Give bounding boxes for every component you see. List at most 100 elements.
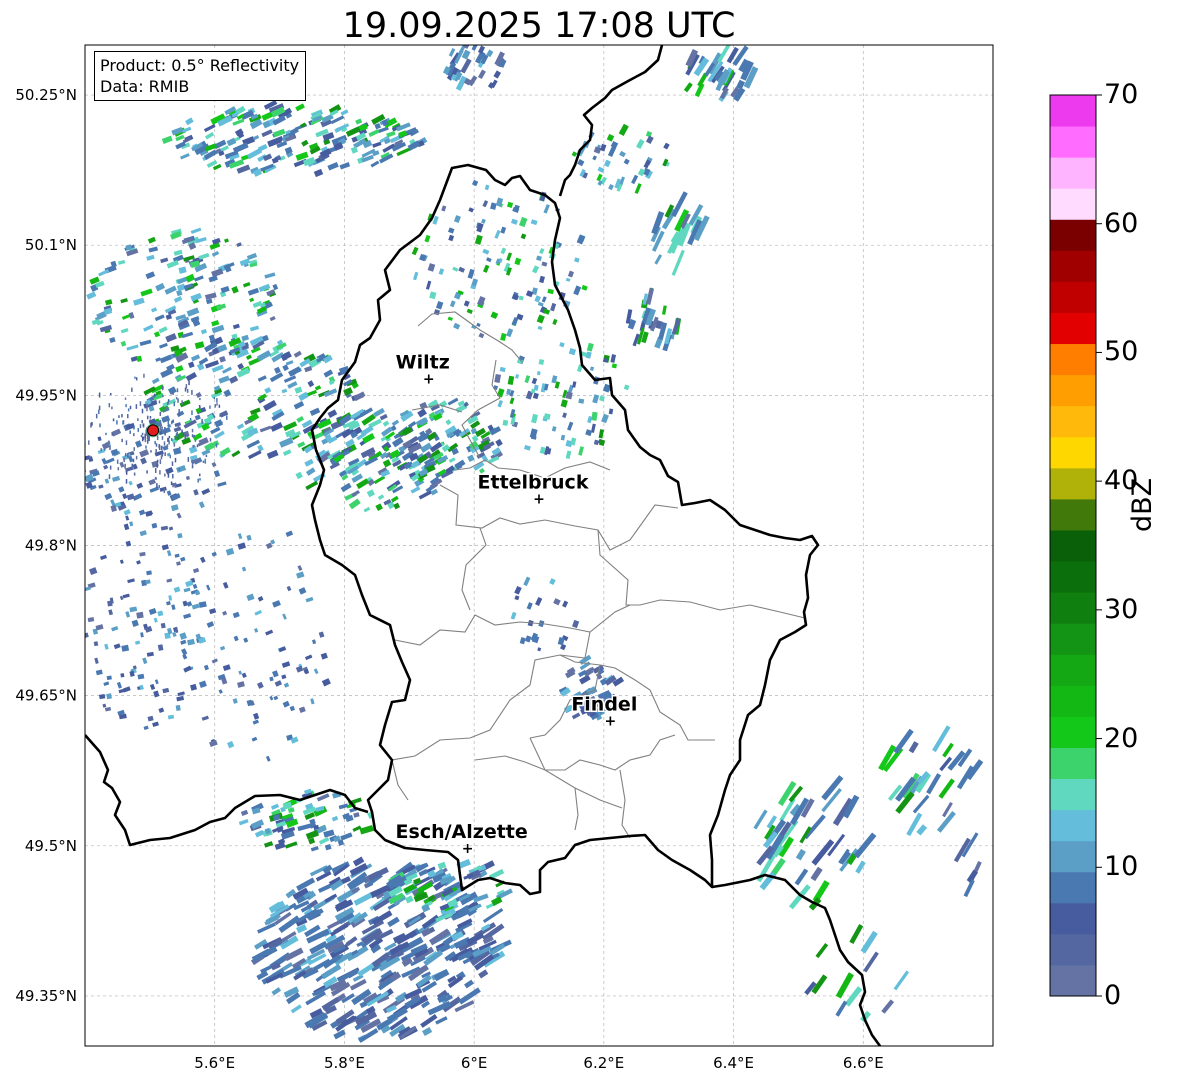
echo-cell bbox=[146, 570, 152, 576]
clutter-cell bbox=[215, 443, 218, 448]
clutter-cell bbox=[155, 449, 157, 454]
clutter-cell bbox=[134, 376, 136, 379]
clutter-cell bbox=[164, 431, 166, 436]
colorbar-segment bbox=[1050, 498, 1096, 531]
clutter-cell bbox=[104, 447, 106, 451]
clutter-cell bbox=[131, 387, 133, 392]
city-label: Esch/Alzette bbox=[396, 821, 528, 843]
colorbar-segment bbox=[1050, 933, 1096, 966]
clutter-cell bbox=[191, 428, 194, 433]
colorbar-segment bbox=[1050, 561, 1096, 593]
clutter-cell bbox=[191, 460, 193, 463]
lat-tick-label: 50.1°N bbox=[25, 236, 77, 254]
clutter-cell bbox=[205, 454, 208, 458]
clutter-cell bbox=[167, 420, 170, 425]
colorbar-segment bbox=[1050, 467, 1096, 500]
colorbar-tick-label: 60 bbox=[1104, 207, 1139, 239]
clutter-cell bbox=[139, 424, 142, 429]
clutter-cell bbox=[186, 434, 189, 438]
clutter-cell bbox=[116, 420, 118, 425]
clutter-cell bbox=[147, 437, 149, 442]
clutter-cell bbox=[144, 433, 146, 439]
clutter-cell bbox=[111, 433, 114, 436]
clutter-cell bbox=[129, 405, 132, 410]
clutter-cell bbox=[189, 417, 192, 421]
clutter-cell bbox=[176, 388, 179, 393]
clutter-cell bbox=[125, 404, 127, 408]
clutter-cell bbox=[186, 388, 189, 393]
clutter-cell bbox=[170, 481, 173, 486]
clutter-cell bbox=[156, 459, 159, 463]
echo-cell bbox=[611, 363, 617, 369]
clutter-cell bbox=[177, 398, 179, 403]
clutter-cell bbox=[146, 406, 148, 412]
clutter-cell bbox=[172, 419, 174, 423]
clutter-cell bbox=[125, 471, 128, 475]
clutter-cell bbox=[144, 437, 147, 443]
clutter-cell bbox=[186, 477, 188, 480]
clutter-cell bbox=[89, 455, 91, 459]
clutter-cell bbox=[129, 430, 131, 434]
clutter-cell bbox=[202, 460, 205, 463]
clutter-cell bbox=[218, 404, 221, 408]
colorbar-segment bbox=[1050, 840, 1096, 873]
clutter-cell bbox=[171, 461, 174, 466]
clutter-cell bbox=[216, 398, 218, 403]
clutter-cell bbox=[161, 436, 164, 440]
clutter-cell bbox=[198, 473, 201, 477]
clutter-cell bbox=[160, 423, 162, 428]
lon-tick-label: 5.8°E bbox=[324, 1054, 365, 1072]
clutter-cell bbox=[146, 470, 148, 474]
clutter-cell bbox=[161, 426, 163, 432]
clutter-cell bbox=[140, 434, 143, 438]
clutter-cell bbox=[196, 444, 199, 448]
clutter-cell bbox=[98, 392, 101, 398]
colorbar-segment bbox=[1050, 343, 1096, 376]
clutter-cell bbox=[141, 454, 143, 457]
clutter-cell bbox=[167, 473, 170, 478]
lat-tick-label: 49.65°N bbox=[15, 687, 77, 705]
clutter-cell bbox=[168, 435, 171, 439]
clutter-cell bbox=[133, 472, 136, 476]
clutter-cell bbox=[219, 414, 221, 417]
clutter-cell bbox=[135, 455, 138, 460]
colorbar-segment bbox=[1050, 623, 1096, 655]
clutter-cell bbox=[158, 484, 160, 489]
clutter-cell bbox=[163, 488, 166, 494]
echo-cell bbox=[502, 419, 509, 426]
clutter-cell bbox=[133, 425, 135, 430]
clutter-cell bbox=[164, 452, 166, 457]
city-marker: + bbox=[533, 491, 545, 507]
clutter-cell bbox=[125, 479, 128, 484]
colorbar-segment bbox=[1050, 716, 1096, 748]
lat-tick-label: 49.35°N bbox=[15, 987, 77, 1005]
colorbar-segment bbox=[1050, 188, 1096, 220]
clutter-cell bbox=[197, 478, 199, 483]
clutter-cell bbox=[127, 452, 129, 458]
radar-map: 50.25°N 50.1°N 49.95°N 49.8°N 49.65°N 49.5°N 4… bbox=[15, 44, 1102, 1072]
clutter-cell bbox=[132, 458, 135, 463]
clutter-cell bbox=[100, 448, 102, 452]
clutter-cell bbox=[154, 440, 156, 445]
echo-cell bbox=[578, 398, 585, 404]
lon-tick-label: 6.2°E bbox=[583, 1054, 624, 1072]
lon-tick-label: 6.6°E bbox=[843, 1054, 884, 1072]
clutter-cell bbox=[199, 478, 201, 481]
echo-cell bbox=[121, 644, 130, 652]
clutter-cell bbox=[108, 403, 111, 408]
echo-cell bbox=[106, 693, 112, 700]
colorbar-segment bbox=[1050, 871, 1096, 904]
clutter-cell bbox=[167, 401, 169, 404]
clutter-cell bbox=[175, 397, 178, 400]
clutter-cell bbox=[117, 467, 120, 471]
clutter-cell bbox=[164, 473, 166, 477]
clutter-cell bbox=[131, 463, 134, 468]
colorbar-segment bbox=[1050, 126, 1096, 158]
colorbar-tick-label: 50 bbox=[1104, 336, 1139, 368]
clutter-cell bbox=[221, 421, 223, 424]
colorbar-segment bbox=[1050, 809, 1096, 842]
clutter-cell bbox=[141, 432, 144, 436]
clutter-cell bbox=[159, 459, 162, 465]
lon-tick-label: 5.6°E bbox=[194, 1054, 235, 1072]
product-label: Product: 0.5° Reflectivity bbox=[100, 56, 300, 75]
